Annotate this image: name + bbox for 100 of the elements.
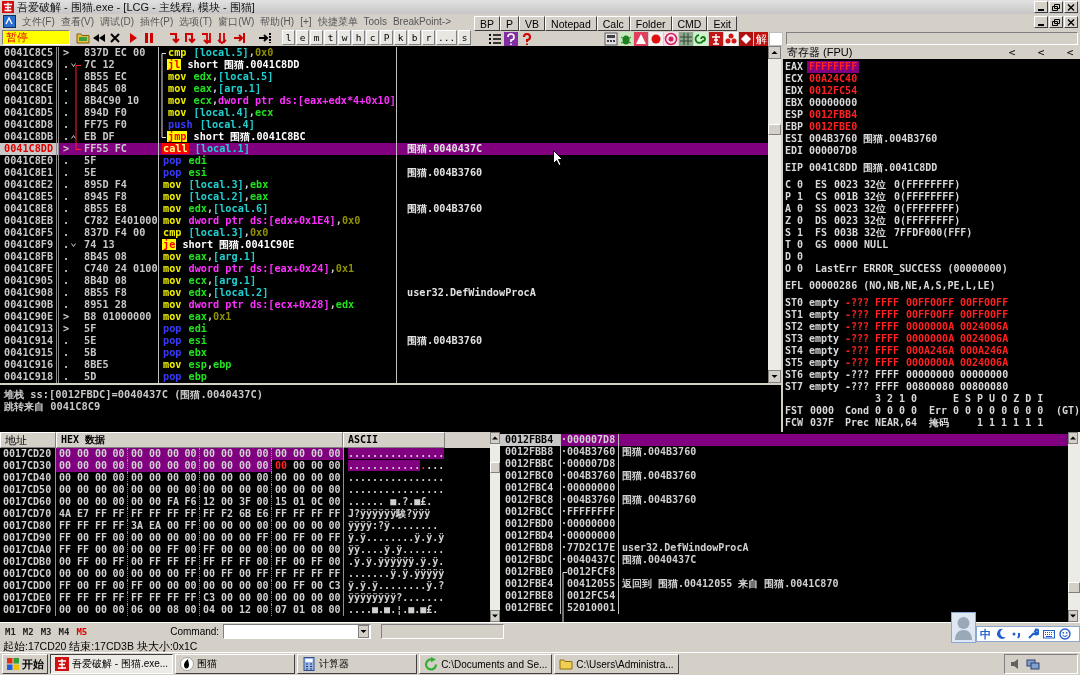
letter-button[interactable]: ... [436,30,458,45]
taskbar-button[interactable]: 围猫 [175,654,296,674]
quick-launch-button[interactable]: Calc [596,16,630,31]
minimize-button[interactable] [1034,1,1048,13]
start-button[interactable]: 开始 [2,654,48,674]
letter-button[interactable]: r [422,30,435,45]
plugin-button[interactable]: 解 [754,31,768,46]
flag-value[interactable]: 0 [797,215,815,227]
register-value[interactable]: 0012FBE0 [807,121,860,133]
target-icon[interactable] [664,31,678,46]
scrollbar[interactable] [1068,432,1080,622]
keypad-icon[interactable] [604,31,618,46]
scroll-up-icon[interactable] [490,432,500,444]
help-icon[interactable] [520,31,534,46]
close-icon[interactable] [108,30,122,45]
menu-item[interactable]: 窗口(W) [218,14,255,29]
selected-row[interactable]: 0012FBB4 ·000007D8 [500,434,1068,446]
tower-icon[interactable] [709,31,723,46]
menu-item[interactable]: 选项(T) [179,14,213,29]
menu-item[interactable]: 调试(D) [100,14,134,29]
column-header[interactable]: HEX 数据 [56,432,343,448]
taskbar-button[interactable]: 吾爱破解 - 围猫.exe... [50,654,174,674]
quick-launch-button[interactable]: Exit [707,16,737,31]
wrench-icon[interactable] [1027,628,1039,640]
close-button[interactable] [1064,16,1078,28]
memory-tab[interactable]: M1 [5,625,16,638]
menu-item[interactable]: 查看(V) [60,14,95,29]
quick-launch-button[interactable]: VB [519,16,546,31]
scroll-thumb[interactable] [490,462,500,473]
quick-launch-button[interactable]: Notepad [545,16,597,31]
menu-item[interactable]: 快捷菜单 [317,14,358,29]
memory-tab[interactable]: M3 [40,625,52,638]
scroll-down-icon[interactable] [1068,610,1078,622]
bent-arrow-icon[interactable] [184,30,198,45]
quick-launch-button[interactable]: P [500,16,520,31]
diamond-icon[interactable] [739,31,753,46]
flag-value[interactable]: 1 [797,227,815,239]
column-header[interactable]: 地址 [0,432,56,448]
letter-button[interactable]: s [458,30,472,45]
register-value[interactable]: 0012FBB4 [807,109,860,121]
letter-button[interactable]: b [408,30,421,45]
letter-button[interactable]: t [324,30,337,45]
column-header[interactable]: ASCII [343,432,445,448]
minimize-button[interactable] [1034,16,1048,28]
ime-mode-button[interactable]: 中 [980,627,991,641]
register-value[interactable]: 00000000 [807,97,860,109]
dot-icon[interactable] [649,31,663,46]
scrollbar[interactable] [490,432,500,622]
quick-launch-button[interactable]: CMD [671,16,708,31]
letter-button[interactable]: w [338,30,351,45]
pause-icon[interactable] [142,30,156,45]
keyboard-icon[interactable] [1043,628,1055,640]
memory-tab[interactable]: M2 [22,625,34,638]
help-icon[interactable] [504,31,518,46]
list-icon[interactable] [488,31,502,46]
command-field[interactable] [223,624,372,639]
taskbar-button[interactable]: 计算器 [297,654,418,674]
moon-icon[interactable] [995,628,1007,640]
return-arrow-icon[interactable] [232,30,246,45]
flag-value[interactable]: 0 [797,251,815,263]
menu-item[interactable]: Tools [363,14,387,29]
menu-item[interactable]: 文件(F) [22,14,55,29]
double-arrow-icon[interactable] [200,30,214,45]
register-value[interactable]: 00000286 [807,280,860,292]
register-value[interactable]: 00A24C40 [807,73,860,85]
close-button[interactable] [1064,1,1078,13]
restore-button[interactable] [1049,16,1063,28]
letter-button[interactable]: k [394,30,407,45]
bent-arrow-icon[interactable] [168,30,182,45]
triangle-tile-icon[interactable] [634,31,648,46]
scroll-up-icon[interactable] [1068,432,1078,444]
flag-value[interactable]: 0 [797,179,815,191]
app-menu-icon[interactable] [3,15,16,28]
scroll-up-icon[interactable] [768,46,781,59]
flag-value[interactable]: 1 [797,191,815,203]
scroll-thumb[interactable] [768,124,781,135]
scroll-down-icon[interactable] [768,370,781,383]
scroll-thumb[interactable] [1068,582,1080,593]
taskbar-button[interactable]: C:\Documents and Se... [419,654,553,674]
menu-item[interactable]: 帮助(H) [260,14,295,29]
restore-button[interactable] [1049,1,1063,13]
menu-item[interactable]: 插件(P) [140,14,174,29]
swirl-icon[interactable] [694,31,708,46]
taskbar-button[interactable]: C:\Users\Administra... [554,654,679,674]
letter-button[interactable]: l [282,30,295,45]
register-value[interactable]: 004B3760 [807,133,860,145]
letter-button[interactable]: c [366,30,379,45]
flower-icon[interactable] [724,31,738,46]
dropdown-icon[interactable] [358,625,370,638]
scroll-down-icon[interactable] [490,610,500,622]
menu-item[interactable]: BreakPoint-> [392,14,451,29]
overlapping-windows-icon[interactable] [1026,657,1040,671]
menu-item[interactable]: [+] [300,14,312,29]
letter-button[interactable]: h [352,30,365,45]
scrollbar[interactable] [768,46,781,383]
quick-launch-button[interactable]: Folder [629,16,672,31]
quick-launch-button[interactable]: BP [474,16,500,31]
blank-tile-icon[interactable] [769,31,783,46]
flag-value[interactable]: 0 [797,203,815,215]
flag-value[interactable]: 0 [797,263,815,275]
